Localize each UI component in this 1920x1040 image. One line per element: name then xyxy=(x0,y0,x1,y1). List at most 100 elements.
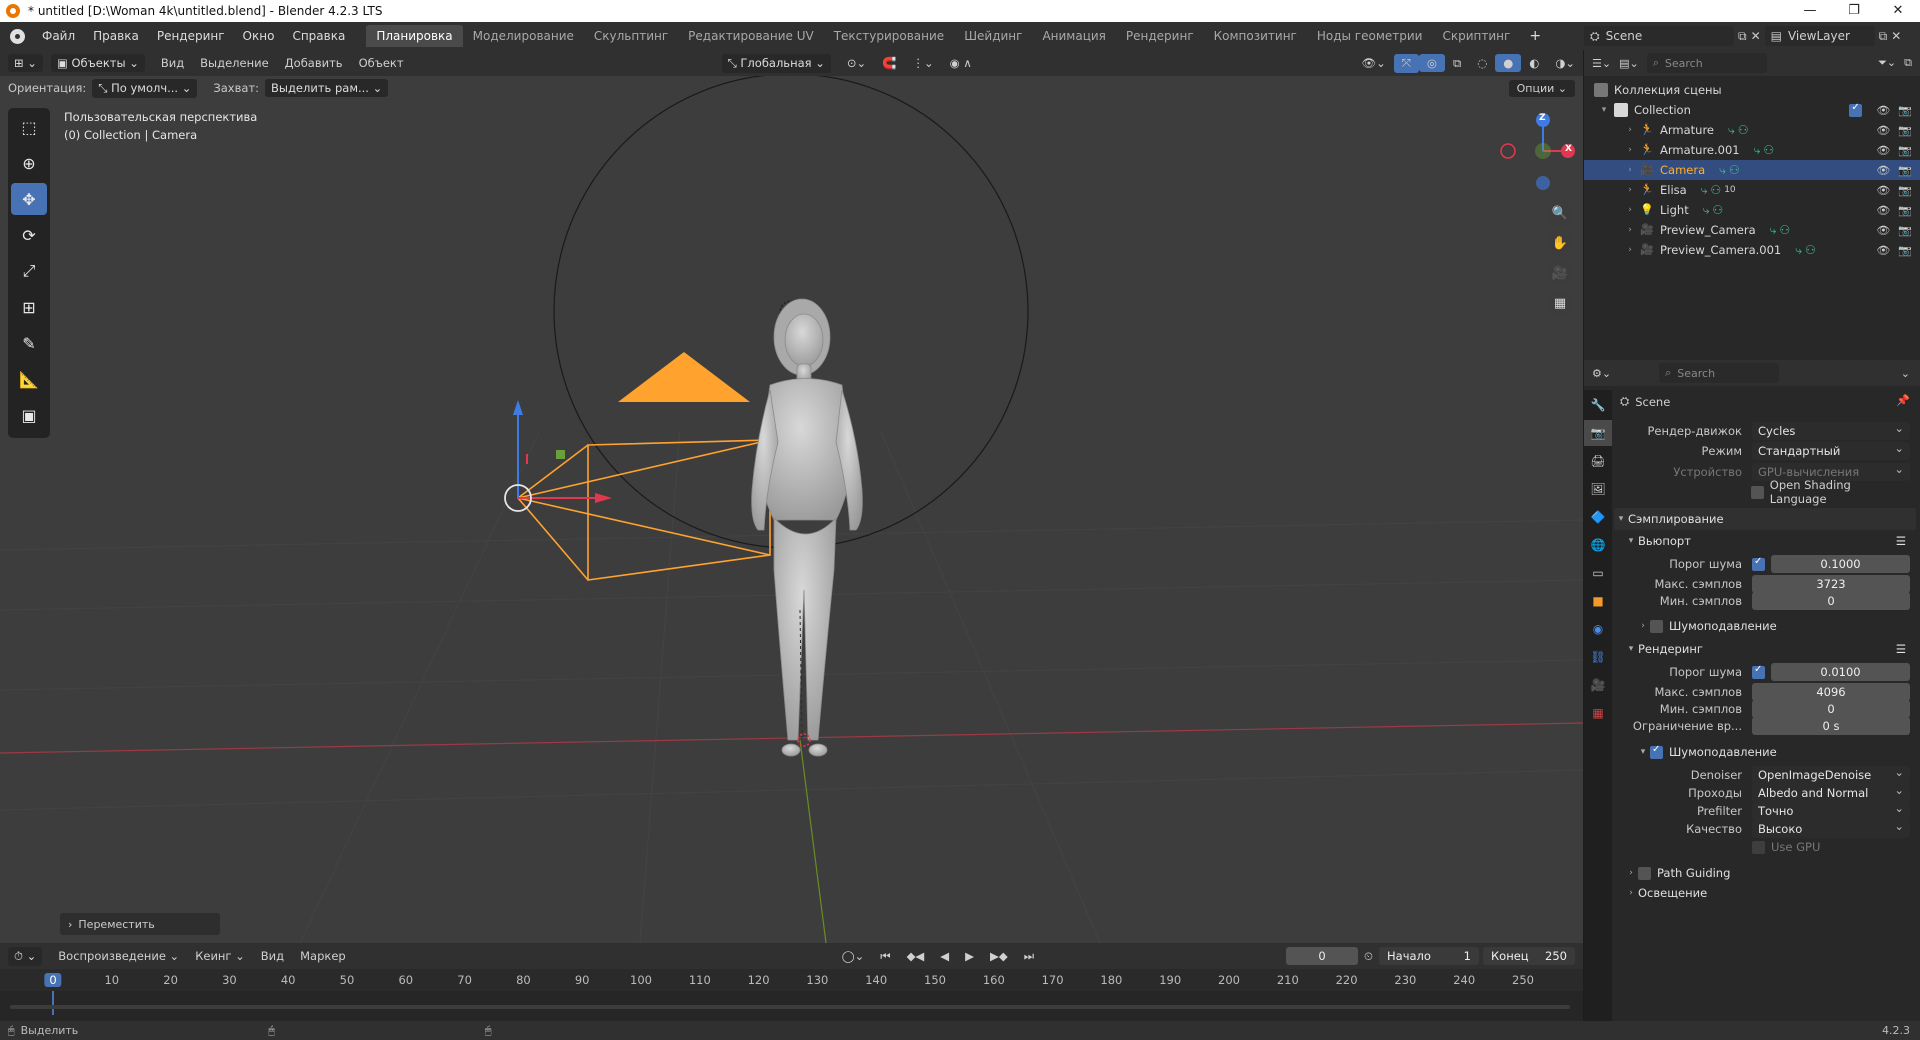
expand-arrow-icon[interactable]: ▾ xyxy=(1598,105,1610,115)
expand-arrow-icon[interactable]: › xyxy=(1624,185,1636,195)
end-frame-field[interactable]: Конец 250 xyxy=(1483,947,1575,965)
gizmo-toggle-icon[interactable]: ⤧ xyxy=(1393,53,1419,73)
render-camera-icon[interactable]: 📷 xyxy=(1898,244,1912,257)
outliner-item[interactable]: › 🎥 Preview_Camera.001 ⤷⚇ 👁 📷 xyxy=(1584,240,1920,260)
select-box-tool-icon[interactable]: ⬚ xyxy=(11,111,47,143)
modifier-badges-icon[interactable]: ⤷⚇ xyxy=(1770,223,1793,238)
list-options-icon[interactable]: ☰ xyxy=(1896,642,1906,656)
menu-help[interactable]: Справка xyxy=(283,29,354,43)
menu-select[interactable]: Выделение xyxy=(192,54,277,72)
menu-render[interactable]: Рендеринг xyxy=(148,29,234,43)
eye-icon[interactable]: 👁 xyxy=(1876,184,1890,197)
material-shading-icon[interactable]: ◐ xyxy=(1521,54,1547,72)
properties-options-icon[interactable]: ⌄ xyxy=(1901,367,1910,380)
jump-keyframe-forward-icon[interactable]: ▶◆ xyxy=(982,947,1016,965)
texture-tab-icon[interactable]: ▦ xyxy=(1584,700,1612,726)
viewport-denoise-checkbox[interactable] xyxy=(1650,619,1663,633)
blender-menu-icon[interactable] xyxy=(10,28,25,44)
new-collection-icon[interactable]: ⧉ xyxy=(1904,56,1912,70)
zoom-icon[interactable]: 🔍 xyxy=(1547,200,1573,226)
use-gpu-checkbox[interactable] xyxy=(1752,840,1765,854)
modifier-badges-icon[interactable]: ⤷⚇ xyxy=(1719,163,1742,178)
viewport-denoise-subpanel[interactable]: › Шумоподавление xyxy=(1636,615,1916,637)
options-dropdown[interactable]: Опции ⌄ xyxy=(1508,80,1575,97)
camera-data-tab-icon[interactable]: 🎥 xyxy=(1584,672,1612,698)
render-noise-threshold-field[interactable]: 0.0100 xyxy=(1771,663,1910,681)
3d-viewport[interactable]: Z X ⊞ ⌄ ▣ Объекты ⌄ Вид Выделение Добави… xyxy=(0,50,1583,943)
tab-compositing[interactable]: Композитинг xyxy=(1204,25,1307,47)
modifier-badges-icon[interactable]: ⤷⚇ xyxy=(1728,123,1751,138)
display-mode-icon[interactable]: ▤⌄ xyxy=(1619,57,1639,70)
eye-icon[interactable]: 👁 xyxy=(1876,244,1890,257)
cursor-tool-icon[interactable]: ⊕ xyxy=(11,147,47,179)
move-tool-icon[interactable]: ✥ xyxy=(11,183,47,215)
passes-dropdown[interactable]: Albedo and Normal xyxy=(1752,781,1910,802)
render-camera-icon[interactable]: 📷 xyxy=(1898,224,1912,237)
annotate-tool-icon[interactable]: ✎ xyxy=(11,327,47,359)
tab-texture-paint[interactable]: Текстурирование xyxy=(824,25,954,47)
collection-checkbox[interactable] xyxy=(1849,102,1863,117)
add-cube-tool-icon[interactable]: ▣ xyxy=(11,399,47,431)
frame-ruler[interactable]: 0 10 20 30 40 50 60 70 80 90 100 110 120 130 140 150 160… xyxy=(0,969,1583,991)
view-layer-tab-icon[interactable]: 🖼 xyxy=(1584,476,1612,502)
expand-arrow-icon[interactable]: › xyxy=(1624,165,1636,175)
collection-tab-icon[interactable]: ▭ xyxy=(1584,560,1612,586)
transform-orientation-dropdown[interactable]: ⤡ Глобальная ⌄ xyxy=(721,53,831,73)
tab-geometry-nodes[interactable]: Ноды геометрии xyxy=(1307,25,1433,47)
render-camera-icon[interactable]: 📷 xyxy=(1898,144,1912,157)
timeline-scrollbar[interactable] xyxy=(10,1005,1570,1009)
tab-animation[interactable]: Анимация xyxy=(1032,25,1115,47)
render-denoise-checkbox[interactable] xyxy=(1650,744,1663,759)
render-engine-dropdown[interactable]: Cycles xyxy=(1752,419,1910,440)
outliner-search-input[interactable]: ⌕ Search xyxy=(1646,53,1767,73)
path-guiding-checkbox[interactable] xyxy=(1638,866,1651,880)
tab-modeling[interactable]: Моделирование xyxy=(463,25,584,47)
mode-selector[interactable]: ▣ Объекты ⌄ xyxy=(50,54,145,72)
auto-keying-icon[interactable]: ◯⌄ xyxy=(834,947,873,965)
eye-icon[interactable]: 👁 xyxy=(1876,224,1890,237)
properties-search-input[interactable]: ⌕ Search xyxy=(1659,363,1780,383)
render-noise-threshold-checkbox[interactable] xyxy=(1752,664,1765,679)
play-icon[interactable]: ▶ xyxy=(957,947,982,965)
expand-arrow-icon[interactable]: › xyxy=(1624,205,1636,215)
tab-rendering[interactable]: Рендеринг xyxy=(1116,25,1204,47)
menu-add[interactable]: Добавить xyxy=(277,54,351,72)
measure-tool-icon[interactable]: 📐 xyxy=(11,363,47,395)
modifier-badges-icon[interactable]: ⤷⚇ xyxy=(1795,243,1818,258)
properties-editor-icon[interactable]: ⚙⌄ xyxy=(1592,367,1611,380)
eye-icon[interactable]: 👁 xyxy=(1876,104,1890,117)
delete-view-layer-icon[interactable]: ✕ xyxy=(1891,29,1901,43)
render-camera-icon[interactable]: 📷 xyxy=(1898,164,1912,177)
menu-keying[interactable]: Кеинг ⌄ xyxy=(187,947,253,965)
render-camera-icon[interactable]: 📷 xyxy=(1898,184,1912,197)
collection-row[interactable]: ▾ Collection 👁 📷 xyxy=(1584,100,1920,120)
transform-tool-icon[interactable]: ⊞ xyxy=(11,291,47,323)
tool-tab-icon[interactable]: 🔧 xyxy=(1584,392,1612,418)
pan-hand-icon[interactable]: ✋ xyxy=(1547,230,1573,256)
new-view-layer-icon[interactable]: ⧉ xyxy=(1879,29,1888,44)
render-max-samples-field[interactable]: 4096 xyxy=(1752,683,1910,701)
visibility-icon[interactable]: 👁⌄ xyxy=(1353,54,1393,72)
output-tab-icon[interactable]: 🖨 xyxy=(1584,448,1612,474)
new-scene-icon[interactable]: ⧉ xyxy=(1738,29,1747,44)
expand-arrow-icon[interactable]: › xyxy=(1624,145,1636,155)
outliner-item[interactable]: › 🎥 Camera ⤷⚇ 👁 📷 xyxy=(1584,160,1920,180)
time-limit-field[interactable]: 0 s xyxy=(1752,717,1910,735)
modifier-badges-icon[interactable]: ⤷⚇ xyxy=(1754,143,1777,158)
object-tab-icon[interactable]: ■ xyxy=(1584,588,1612,614)
sampling-panel-header[interactable]: ▾ Сэмплирование xyxy=(1614,508,1916,530)
gizmo-x-label[interactable]: X xyxy=(1565,144,1572,154)
filter-icon[interactable]: ⏷⌄ xyxy=(1878,56,1896,70)
modifier-badges-icon[interactable]: ⤷⚇ xyxy=(1701,183,1724,198)
delete-scene-icon[interactable]: ✕ xyxy=(1751,29,1761,43)
rotate-tool-icon[interactable]: ⟳ xyxy=(11,219,47,251)
eye-icon[interactable]: 👁 xyxy=(1876,144,1890,157)
pin-icon[interactable]: 📌 xyxy=(1896,394,1910,407)
clock-icon[interactable]: ⏲ xyxy=(1364,949,1373,964)
menu-window[interactable]: Окно xyxy=(234,29,284,43)
playhead[interactable] xyxy=(52,991,54,1015)
tab-sculpting[interactable]: Скульптинг xyxy=(584,25,678,47)
viewport-noise-threshold-checkbox[interactable] xyxy=(1752,556,1765,571)
orientation-dropdown[interactable]: ⤡ По умолч... ⌄ xyxy=(92,78,198,98)
tab-shading[interactable]: Шейдинг xyxy=(954,25,1032,47)
